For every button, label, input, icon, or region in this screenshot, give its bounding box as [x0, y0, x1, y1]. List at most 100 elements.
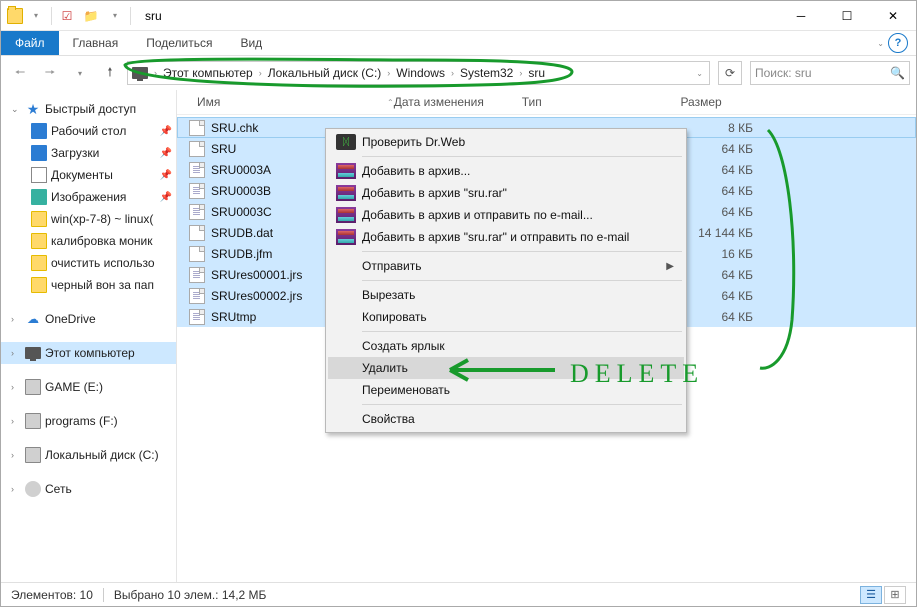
- ctx-label: Удалить: [362, 361, 408, 375]
- tab-view[interactable]: Вид: [226, 31, 276, 55]
- ctx-rar-addname[interactable]: Добавить в архив "sru.rar": [328, 182, 684, 204]
- minimize-button[interactable]: ─: [778, 1, 824, 30]
- up-button[interactable]: 🠕: [97, 60, 123, 86]
- submenu-icon: ▶: [666, 261, 674, 272]
- nav-label: programs (F:): [45, 414, 118, 428]
- maximize-button[interactable]: ☐: [824, 1, 870, 30]
- nav-drive[interactable]: › Локальный диск (C:): [1, 444, 176, 466]
- ctx-label: Переименовать: [362, 383, 450, 397]
- chevron-right-icon[interactable]: ›: [385, 68, 392, 78]
- ctx-label: Вырезать: [362, 288, 415, 302]
- nav-drive[interactable]: › programs (F:): [1, 410, 176, 432]
- forward-button[interactable]: 🠖: [37, 60, 63, 86]
- close-button[interactable]: ✕: [870, 1, 916, 30]
- ctx-delete[interactable]: Удалить: [328, 357, 684, 379]
- nav-downloads[interactable]: Загрузки 📌: [1, 142, 176, 164]
- status-count: Элементов: 10: [11, 588, 93, 602]
- chevron-right-icon[interactable]: ›: [449, 68, 456, 78]
- tab-home[interactable]: Главная: [59, 31, 133, 55]
- history-dropdown[interactable]: ▾: [67, 60, 93, 86]
- view-details-button[interactable]: ☰: [860, 586, 882, 604]
- chevron-right-icon[interactable]: ›: [517, 68, 524, 78]
- crumb-drive[interactable]: Локальный диск (C:): [264, 66, 386, 80]
- titlebar: ▾ ☑ 📁 ▾ sru ─ ☐ ✕: [1, 1, 916, 31]
- nav-onedrive[interactable]: › ☁ OneDrive: [1, 308, 176, 330]
- chevron-right-icon[interactable]: ›: [257, 68, 264, 78]
- col-size[interactable]: Размер: [647, 95, 722, 109]
- search-input[interactable]: Поиск: sru 🔍: [750, 61, 910, 85]
- pictures-icon: [31, 189, 47, 205]
- nav-folder[interactable]: win(xp-7-8) ~ linux(: [1, 208, 176, 230]
- nav-label: Документы: [51, 168, 113, 182]
- nav-drive[interactable]: › GAME (E:): [1, 376, 176, 398]
- expand-icon[interactable]: ›: [11, 382, 21, 392]
- back-button[interactable]: 🠔: [7, 60, 33, 86]
- expand-icon[interactable]: ›: [11, 416, 21, 426]
- expand-icon[interactable]: ›: [11, 484, 21, 494]
- tab-share[interactable]: Поделиться: [132, 31, 226, 55]
- qat-new-folder-icon[interactable]: 📁: [80, 5, 102, 27]
- qat-dropdown[interactable]: ▾: [25, 5, 47, 27]
- ctx-label: Добавить в архив "sru.rar" и отправить п…: [362, 230, 629, 244]
- file-size: 16 КБ: [678, 247, 753, 261]
- network-icon: [25, 481, 41, 497]
- help-button[interactable]: ?: [888, 33, 908, 53]
- nav-network[interactable]: › Сеть: [1, 478, 176, 500]
- crumb-system32[interactable]: System32: [456, 66, 517, 80]
- download-icon: [31, 145, 47, 161]
- nav-this-pc[interactable]: › Этот компьютер: [1, 342, 176, 364]
- search-icon[interactable]: 🔍: [890, 66, 905, 80]
- ctx-rar-add[interactable]: Добавить в архив...: [328, 160, 684, 182]
- nav-label: калибровка моник: [51, 234, 153, 248]
- qat-customize[interactable]: ▾: [104, 5, 126, 27]
- blank-icon: [336, 258, 356, 274]
- tab-file[interactable]: Файл: [1, 31, 59, 55]
- expand-icon[interactable]: ›: [11, 450, 21, 460]
- file-size: 64 КБ: [678, 289, 753, 303]
- ctx-properties[interactable]: Свойства: [328, 408, 684, 430]
- pc-icon: [132, 67, 148, 79]
- expand-icon[interactable]: ⌄: [11, 104, 21, 115]
- ctx-send[interactable]: Отправить▶: [328, 255, 684, 277]
- rar-icon: [336, 229, 356, 245]
- crumb-pc[interactable]: Этот компьютер: [159, 66, 257, 80]
- qat-properties-icon[interactable]: ☑: [56, 5, 78, 27]
- pin-icon: 📌: [160, 170, 172, 181]
- nav-folder[interactable]: черный вон за пап: [1, 274, 176, 296]
- crumb-sru[interactable]: sru: [524, 66, 549, 80]
- ctx-copy[interactable]: Копировать: [328, 306, 684, 328]
- file-icon: [189, 204, 205, 220]
- refresh-button[interactable]: ⟳: [718, 61, 742, 85]
- blank-icon: [336, 338, 356, 354]
- cloud-icon: ☁: [25, 311, 41, 327]
- file-size: 64 КБ: [678, 205, 753, 219]
- ctx-rar-email[interactable]: Добавить в архив и отправить по e-mail..…: [328, 204, 684, 226]
- expand-icon[interactable]: ›: [11, 348, 21, 358]
- ctx-rename[interactable]: Переименовать: [328, 379, 684, 401]
- nav-folder[interactable]: калибровка моник: [1, 230, 176, 252]
- nav-documents[interactable]: Документы 📌: [1, 164, 176, 186]
- ctx-cut[interactable]: Вырезать: [328, 284, 684, 306]
- ctx-drweb[interactable]: ᛞПроверить Dr.Web: [328, 131, 684, 153]
- chevron-right-icon[interactable]: ›: [152, 68, 159, 78]
- ctx-shortcut[interactable]: Создать ярлык: [328, 335, 684, 357]
- nav-pictures[interactable]: Изображения 📌: [1, 186, 176, 208]
- expand-icon[interactable]: ›: [11, 314, 21, 324]
- nav-desktop[interactable]: Рабочий стол 📌: [1, 120, 176, 142]
- status-selected: Выбрано 10 элем.: 14,2 МБ: [114, 588, 267, 602]
- crumb-windows[interactable]: Windows: [392, 66, 449, 80]
- col-type[interactable]: Тип: [522, 95, 647, 109]
- nav-label: черный вон за пап: [51, 278, 154, 292]
- blank-icon: [336, 360, 356, 376]
- address-bar[interactable]: › Этот компьютер › Локальный диск (C:) ›…: [127, 61, 710, 85]
- ribbon-expand-icon[interactable]: ⌄: [877, 39, 884, 48]
- file-icon: [189, 288, 205, 304]
- view-icons-button[interactable]: ⊞: [884, 586, 906, 604]
- nav-quick-access[interactable]: ⌄ ★ Быстрый доступ: [1, 98, 176, 120]
- nav-label: Локальный диск (C:): [45, 448, 159, 462]
- ctx-rar-email2[interactable]: Добавить в архив "sru.rar" и отправить п…: [328, 226, 684, 248]
- col-date[interactable]: Дата изменения: [394, 95, 522, 109]
- nav-folder[interactable]: очистить использо: [1, 252, 176, 274]
- ctx-label: Создать ярлык: [362, 339, 445, 353]
- address-dropdown-icon[interactable]: ⌄: [696, 69, 703, 78]
